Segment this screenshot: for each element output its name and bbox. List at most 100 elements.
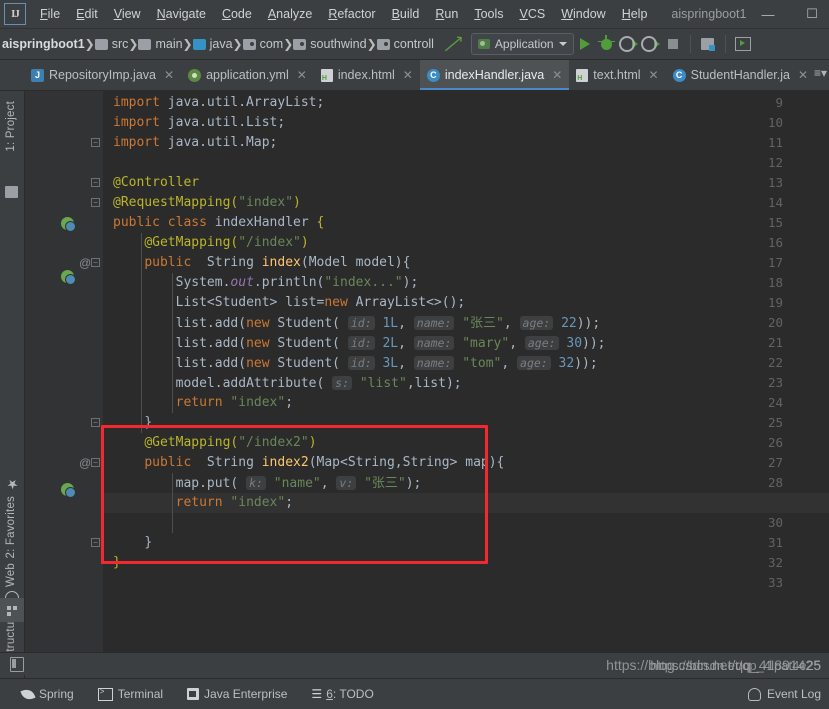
profile-button[interactable] (640, 33, 662, 55)
breadcrumb-item-com[interactable]: com (242, 37, 283, 51)
breadcrumb-item-src[interactable]: src (94, 37, 128, 51)
code-fold-marker[interactable]: − (91, 258, 100, 267)
html-file-icon (576, 68, 589, 82)
code-editor[interactable]: 9 10 11−12 13−14−15 16 17 @ −18 19 20 21 22 23 24 25−2… (25, 91, 829, 678)
request-mapping-gutter-icon[interactable]: @ (79, 256, 91, 270)
editor-tab-label: indexHandler.java (444, 68, 545, 82)
code-line: public class indexHandler { (113, 215, 325, 230)
package-icon (376, 38, 390, 50)
menu-item-refactor[interactable]: Refactor (320, 4, 383, 24)
code-line: } (113, 555, 121, 570)
spring-bean-gutter-icon[interactable] (61, 483, 76, 498)
editor-tab-application-yml[interactable]: application.yml ✕ (181, 60, 314, 90)
code-text-area[interactable]: import java.util.ArrayList; import java.u… (101, 91, 829, 678)
menu-item-view[interactable]: View (106, 4, 149, 24)
folder-icon (138, 38, 152, 50)
code-line: import java.util.ArrayList; (113, 95, 325, 110)
watermark-text-b: https://bcsdn.et/qp_4lpat4e25 (650, 658, 821, 673)
breadcrumb-label: aispringboot1 (2, 37, 85, 51)
bug-icon (598, 34, 616, 50)
tool-window-toggle-icon[interactable] (10, 656, 24, 672)
back-arrow-icon[interactable]: ⟶ (438, 29, 468, 59)
editor-tab-text-html[interactable]: text.html ✕ (569, 60, 665, 90)
code-fold-marker[interactable]: − (91, 418, 100, 427)
menu-item-run[interactable]: Run (427, 4, 466, 24)
breadcrumb-separator: ❯ (84, 37, 95, 51)
bottom-tool-label: Spring (39, 687, 74, 701)
window-controls: — ☐ (757, 0, 823, 28)
menu-item-label: Refactor (328, 7, 376, 21)
close-icon[interactable]: ✕ (297, 68, 307, 82)
editor-tab-studenthandler-ja[interactable]: C StudentHandler.ja ✕ (666, 60, 815, 90)
code-line: @RequestMapping("index") (113, 195, 301, 210)
breadcrumb-item-aispringboot1[interactable]: aispringboot1 (2, 37, 85, 51)
breadcrumb-item-java[interactable]: java (192, 37, 233, 51)
code-fold-marker[interactable]: − (91, 178, 100, 187)
menu-item-build[interactable]: Build (384, 4, 428, 24)
code-fold-marker[interactable]: − (91, 138, 100, 147)
close-icon[interactable]: ✕ (403, 68, 413, 82)
bottom-tool-label: Java Enterprise (204, 687, 288, 701)
editor-tab-indexhandler-java[interactable]: CindexHandler.java ✕ (419, 60, 570, 90)
spring-bean-gutter-icon[interactable] (61, 217, 76, 232)
close-icon[interactable]: ✕ (552, 68, 562, 82)
window-project-title: aispringboot1 (671, 7, 747, 21)
spring-boot-config-icon (477, 39, 490, 49)
debug-button[interactable] (596, 33, 618, 55)
menu-item-navigate[interactable]: Navigate (149, 4, 214, 24)
menu-item-label: View (113, 7, 141, 21)
code-fold-marker[interactable]: − (91, 538, 100, 547)
code-line: import java.util.List; (113, 115, 286, 130)
build-button[interactable] (697, 33, 719, 55)
request-mapping-gutter-icon[interactable]: @ (79, 456, 91, 470)
breadcrumb-item-southwind[interactable]: southwind (293, 37, 367, 51)
menu-item-help[interactable]: Help (614, 4, 656, 24)
menu-item-label: Run (435, 7, 459, 21)
breadcrumb-item-controll[interactable]: controll (376, 37, 434, 51)
menu-item-file[interactable]: File (32, 4, 68, 24)
toolbar-divider (689, 35, 691, 53)
stop-button[interactable] (662, 33, 684, 55)
spring-bean-gutter-icon[interactable] (61, 270, 76, 285)
breadcrumb-separator: ❯ (366, 37, 377, 51)
run-button[interactable] (574, 33, 596, 55)
menu-item-vcs[interactable]: VCS (512, 4, 554, 24)
code-fold-marker[interactable]: − (91, 198, 100, 207)
sidebar-item-favorites[interactable]: 2: Favorites (5, 496, 17, 558)
breadcrumb-item-main[interactable]: main (138, 37, 183, 51)
sidebar-item-project[interactable]: 1: Project (5, 101, 17, 152)
menu-bar: File Edit View Navigate Code Analyze Refactor B… (32, 4, 655, 24)
editor-tab-index-html[interactable]: index.html ✕ (314, 60, 420, 90)
close-icon[interactable]: ✕ (798, 68, 808, 82)
bottom-tool-6--todo[interactable]: ☰ 6: TODO (311, 687, 387, 701)
close-icon[interactable]: ✕ (649, 68, 659, 82)
bottom-tool-terminal[interactable]: Terminal (97, 687, 177, 701)
run-coverage-button[interactable] (618, 33, 640, 55)
bottom-tool-spring[interactable]: Spring (20, 686, 88, 702)
code-line: @Controller (113, 175, 200, 190)
run-anything-button[interactable] (732, 33, 754, 55)
menu-item-window[interactable]: Window (553, 4, 613, 24)
bottom-tool-java-enterprise[interactable]: Java Enterprise (187, 687, 301, 701)
maximize-button[interactable]: ☐ (801, 6, 823, 22)
sidebar-item-web[interactable]: Web (5, 563, 17, 587)
editor-tab-bar: JRepositoryImp.java✕application.yml✕inde… (0, 60, 829, 91)
intellij-logo-icon: IJ (4, 3, 26, 25)
code-line: System.out.println("index..."); (175, 275, 419, 290)
indent-guide (172, 273, 174, 413)
event-log-button[interactable]: Event Log (747, 687, 821, 701)
run-anything-icon (734, 37, 751, 51)
structure-corner-icon[interactable] (0, 598, 24, 622)
code-fold-marker[interactable]: − (91, 458, 100, 467)
close-icon[interactable]: ✕ (164, 68, 174, 82)
tab-list-button[interactable]: ≡▾ (814, 66, 827, 80)
menu-item-tools[interactable]: Tools (466, 4, 511, 24)
menu-item-code[interactable]: Code (214, 4, 260, 24)
menu-item-analyze[interactable]: Analyze (260, 4, 320, 24)
todo-icon: ☰ (311, 687, 322, 701)
menu-item-edit[interactable]: Edit (68, 4, 106, 24)
menu-item-label: Navigate (156, 7, 206, 21)
run-configuration-selector[interactable]: Application (470, 33, 574, 55)
editor-tab-repositoryimp-java[interactable]: J RepositoryImp.java ✕ (24, 60, 181, 90)
minimize-button[interactable]: — (757, 7, 779, 22)
